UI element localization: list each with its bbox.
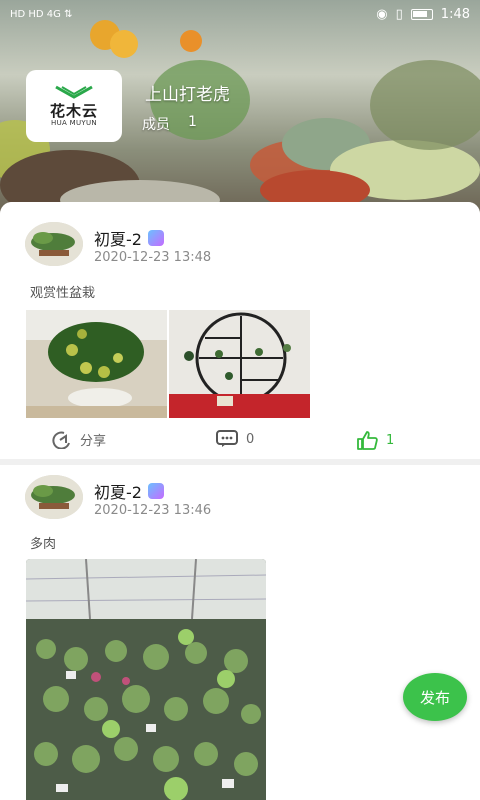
post-time: 2020-12-23 13:48	[94, 250, 212, 265]
post-username[interactable]: 初夏-2	[94, 479, 164, 503]
group-name: 上山打老虎	[145, 85, 230, 105]
signal-indicators: HD HD 4G ⇅	[10, 8, 73, 20]
status-bar: HD HD 4G ⇅ ◉ ▯ 1:48	[0, 0, 480, 28]
comment-button[interactable]: 0	[216, 430, 254, 448]
battery-icon	[410, 8, 433, 20]
share-label: 分享	[80, 434, 107, 449]
share-icon	[52, 431, 70, 449]
post-image-1[interactable]	[26, 559, 266, 800]
clock: 1:48	[440, 6, 470, 22]
post-image-1[interactable]	[26, 310, 167, 418]
post-actions: 分享 0 1	[0, 426, 480, 456]
share-button[interactable]: 分享	[50, 430, 106, 449]
verified-badge-icon	[147, 230, 164, 246]
avatar[interactable]	[25, 222, 83, 266]
member-count: 成员 1	[142, 114, 197, 134]
post-text: 观赏性盆栽	[30, 286, 96, 301]
leaf-logo-icon	[55, 85, 93, 99]
vibrate-icon: ▯	[395, 6, 403, 22]
members-number: 1	[188, 114, 197, 130]
post-image-2[interactable]	[169, 310, 310, 418]
verified-badge-icon	[147, 483, 164, 499]
comment-count: 0	[246, 431, 255, 447]
post-text: 多肉	[30, 537, 57, 552]
post-username[interactable]: 初夏-2	[94, 226, 164, 250]
logo-text-cn: 花木云	[49, 102, 98, 120]
post-card: 初夏-2 2020-12-23 13:48 观赏性盆栽 分享 0 1	[0, 202, 480, 459]
group-header-banner: HD HD 4G ⇅ ◉ ▯ 1:48 花木云 HUA MUYUN 上山打老虎 …	[0, 0, 480, 214]
group-logo: 花木云 HUA MUYUN	[26, 70, 122, 142]
thumbs-up-icon	[357, 431, 378, 450]
username-text: 初夏-2	[94, 483, 142, 502]
eye-icon: ◉	[376, 6, 388, 22]
like-count: 1	[386, 432, 395, 448]
avatar[interactable]	[25, 475, 83, 519]
comment-icon	[216, 430, 238, 447]
logo-text-en: HUA MUYUN	[51, 119, 97, 127]
publish-button[interactable]: 发布	[403, 673, 467, 721]
post-card: 初夏-2 2020-12-23 13:46 多肉	[0, 465, 480, 800]
members-label: 成员	[142, 117, 170, 133]
like-button[interactable]: 1	[356, 430, 394, 450]
post-time: 2020-12-23 13:46	[94, 503, 212, 518]
username-text: 初夏-2	[94, 230, 142, 249]
